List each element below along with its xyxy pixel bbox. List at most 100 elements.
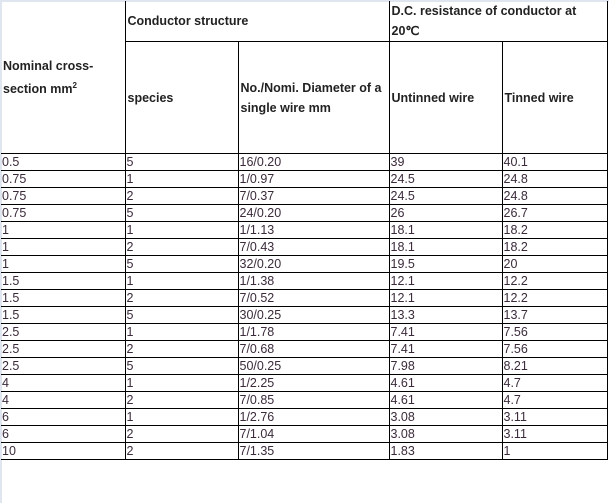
cell-cross-section: 1.5 bbox=[1, 306, 126, 324]
cell-cross-section: 0.75 bbox=[1, 170, 126, 188]
cell-tinned: 18.2 bbox=[501, 221, 608, 239]
cell-cross-section: 6 bbox=[1, 425, 126, 443]
cell-diameter: 7/0.37 bbox=[237, 187, 390, 205]
cell-untinned: 18.1 bbox=[388, 221, 503, 239]
cell-species: 2 bbox=[124, 442, 239, 460]
header-diameter: No./Nomi. Diameter of a single wire mm bbox=[237, 41, 390, 154]
cell-untinned: 4.61 bbox=[388, 391, 503, 409]
cell-untinned: 1.83 bbox=[388, 442, 503, 460]
cell-tinned: 3.11 bbox=[501, 408, 608, 426]
cell-tinned: 20 bbox=[501, 255, 608, 273]
cell-tinned: 24.8 bbox=[501, 187, 608, 205]
cell-diameter: 24/0.20 bbox=[237, 204, 390, 222]
cell-untinned: 13.3 bbox=[388, 306, 503, 324]
cell-tinned: 4.7 bbox=[501, 374, 608, 392]
cell-cross-section: 0.75 bbox=[1, 204, 126, 222]
cell-untinned: 3.08 bbox=[388, 425, 503, 443]
cell-tinned: 12.2 bbox=[501, 272, 608, 290]
header-row-top: Nominal cross-section mm2 Conductor stru… bbox=[1, 1, 608, 154]
table-row: 1 2 7/0.43 18.1 18.2 bbox=[1, 238, 608, 256]
cell-cross-section: 4 bbox=[1, 374, 126, 392]
cell-diameter: 1/1.78 bbox=[237, 323, 390, 341]
table-row: 0.75 2 7/0.37 24.5 24.8 bbox=[1, 187, 608, 205]
cell-untinned: 7.41 bbox=[388, 340, 503, 358]
cell-untinned: 24.5 bbox=[388, 187, 503, 205]
table-row: 0.75 1 1/0.97 24.5 24.8 bbox=[1, 170, 608, 188]
table-row: 1 1 1/1.13 18.1 18.2 bbox=[1, 221, 608, 239]
cell-species: 1 bbox=[124, 408, 239, 426]
cell-untinned: 12.1 bbox=[388, 272, 503, 290]
table-row: 6 2 7/1.04 3.08 3.11 bbox=[1, 425, 608, 443]
cell-tinned: 4.7 bbox=[501, 391, 608, 409]
table-row: 4 2 7/0.85 4.61 4.7 bbox=[1, 391, 608, 409]
cell-diameter: 1/1.13 bbox=[237, 221, 390, 239]
cell-cross-section: 2.5 bbox=[1, 323, 126, 341]
cell-cross-section: 1 bbox=[1, 221, 126, 239]
cell-untinned: 7.98 bbox=[388, 357, 503, 375]
cell-untinned: 12.1 bbox=[388, 289, 503, 307]
table-row: 0.5 5 16/0.20 39 40.1 bbox=[1, 153, 608, 171]
cell-diameter: 7/0.85 bbox=[237, 391, 390, 409]
cell-cross-section: 1 bbox=[1, 255, 126, 273]
cell-cross-section: 1.5 bbox=[1, 272, 126, 290]
cell-cross-section: 1.5 bbox=[1, 289, 126, 307]
header-untinned: Untinned wire bbox=[388, 41, 503, 154]
table-row: 1.5 1 1/1.38 12.1 12.2 bbox=[1, 272, 608, 290]
cell-untinned: 24.5 bbox=[388, 170, 503, 188]
table-row: 2.5 5 50/0.25 7.98 8.21 bbox=[1, 357, 608, 375]
cell-tinned: 8.21 bbox=[501, 357, 608, 375]
cell-tinned: 18.2 bbox=[501, 238, 608, 256]
cell-untinned: 18.1 bbox=[388, 238, 503, 256]
header-tinned: Tinned wire bbox=[501, 41, 608, 154]
cell-species: 2 bbox=[124, 238, 239, 256]
table-row: 10 2 7/1.35 1.83 1 bbox=[1, 442, 608, 460]
table-row: 1.5 5 30/0.25 13.3 13.7 bbox=[1, 306, 608, 324]
cell-diameter: 50/0.25 bbox=[237, 357, 390, 375]
cell-diameter: 7/0.52 bbox=[237, 289, 390, 307]
cell-diameter: 1/1.38 bbox=[237, 272, 390, 290]
header-conductor-structure: Conductor structure bbox=[124, 1, 390, 42]
cell-tinned: 12.2 bbox=[501, 289, 608, 307]
cell-species: 5 bbox=[124, 357, 239, 375]
cell-cross-section: 2.5 bbox=[1, 357, 126, 375]
cell-species: 5 bbox=[124, 204, 239, 222]
cell-tinned: 40.1 bbox=[501, 153, 608, 171]
table-row: 2.5 2 7/0.68 7.41 7.56 bbox=[1, 340, 608, 358]
conductor-spec-table: Nominal cross-section mm2 Conductor stru… bbox=[1, 1, 608, 460]
cell-untinned: 39 bbox=[388, 153, 503, 171]
table-row: 1.5 2 7/0.52 12.1 12.2 bbox=[1, 289, 608, 307]
header-dc-resistance: D.C. resistance of conductor at 20℃ bbox=[388, 1, 608, 42]
cell-cross-section: 1 bbox=[1, 238, 126, 256]
cell-species: 1 bbox=[124, 374, 239, 392]
cell-diameter: 1/0.97 bbox=[237, 170, 390, 188]
cell-diameter: 1/2.76 bbox=[237, 408, 390, 426]
header-unit-superscript: 2 bbox=[72, 80, 77, 90]
cell-cross-section: 4 bbox=[1, 391, 126, 409]
cell-species: 2 bbox=[124, 187, 239, 205]
header-nominal-cross-section-text: Nominal cross-section mm bbox=[3, 58, 94, 96]
cell-untinned: 3.08 bbox=[388, 408, 503, 426]
cell-diameter: 30/0.25 bbox=[237, 306, 390, 324]
cell-cross-section: 2.5 bbox=[1, 340, 126, 358]
cell-cross-section: 10 bbox=[1, 442, 126, 460]
cell-untinned: 7.41 bbox=[388, 323, 503, 341]
table-row: 0.75 5 24/0.20 26 26.7 bbox=[1, 204, 608, 222]
cell-tinned: 26.7 bbox=[501, 204, 608, 222]
table-row: 1 5 32/0.20 19.5 20 bbox=[1, 255, 608, 273]
cell-species: 1 bbox=[124, 221, 239, 239]
cell-tinned: 3.11 bbox=[501, 425, 608, 443]
table-row: 2.5 1 1/1.78 7.41 7.56 bbox=[1, 323, 608, 341]
cell-diameter: 7/0.68 bbox=[237, 340, 390, 358]
cell-species: 1 bbox=[124, 170, 239, 188]
cell-diameter: 7/1.35 bbox=[237, 442, 390, 460]
header-nominal-cross-section: Nominal cross-section mm2 bbox=[1, 1, 126, 154]
cell-species: 2 bbox=[124, 340, 239, 358]
cell-diameter: 32/0.20 bbox=[237, 255, 390, 273]
cell-tinned: 1 bbox=[501, 442, 608, 460]
cell-species: 1 bbox=[124, 272, 239, 290]
cell-species: 2 bbox=[124, 391, 239, 409]
cell-untinned: 26 bbox=[388, 204, 503, 222]
cell-species: 2 bbox=[124, 289, 239, 307]
table-row: 4 1 1/2.25 4.61 4.7 bbox=[1, 374, 608, 392]
cell-species: 5 bbox=[124, 306, 239, 324]
